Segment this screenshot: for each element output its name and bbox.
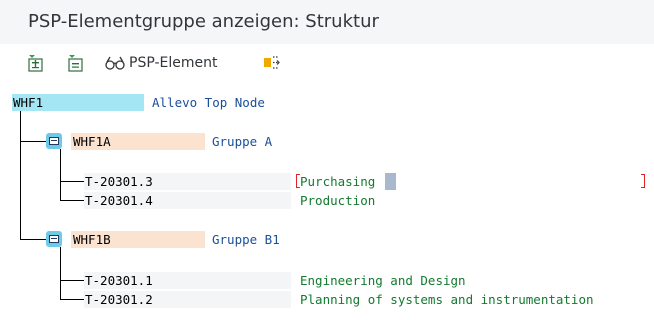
tree-connector: [60, 280, 84, 281]
leaf-description: Purchasing: [300, 174, 376, 189]
root-code[interactable]: WHF1: [13, 95, 43, 111]
tree-connector: [60, 149, 61, 201]
tree-connector: [60, 200, 84, 201]
title-bar: PSP-Elementgruppe anzeigen: Struktur: [0, 0, 654, 44]
leaf-description: Planning of systems and instrumentation: [300, 292, 594, 307]
hierarchy-icon: [264, 56, 280, 69]
psp-element-label: PSP-Element: [129, 55, 218, 71]
leaf-code[interactable]: T-20301.3: [85, 174, 153, 190]
tree-connector: [20, 239, 46, 240]
collapse-all-icon: [68, 55, 83, 72]
group-description: Gruppe B1: [212, 232, 280, 247]
group-code[interactable]: WHF1A: [73, 134, 111, 150]
tree-connector: [60, 181, 84, 182]
leaf-description: Production: [300, 193, 376, 208]
group-code[interactable]: WHF1B: [73, 232, 111, 248]
expand-all-button[interactable]: [26, 52, 46, 74]
psp-element-button[interactable]: PSP-Element: [103, 52, 217, 74]
hierarchy-button[interactable]: [262, 52, 282, 74]
focus-bracket-right: [641, 174, 645, 188]
collapse-folder-icon[interactable]: [46, 231, 62, 247]
tree-connector: [20, 111, 21, 240]
text-cursor: [385, 173, 396, 190]
leaf-description: Engineering and Design: [300, 273, 466, 288]
expand-all-icon: [28, 55, 43, 72]
leaf-code[interactable]: T-20301.2: [85, 292, 153, 308]
leaf-code[interactable]: T-20301.4: [85, 193, 153, 209]
root-description: Allevo Top Node: [152, 95, 265, 110]
tree-connector: [60, 299, 84, 300]
leaf-code[interactable]: T-20301.1: [85, 273, 153, 289]
collapse-folder-icon[interactable]: [46, 133, 62, 149]
tree-connector: [60, 247, 61, 300]
collapse-all-button[interactable]: [66, 52, 86, 74]
page-title: PSP-Elementgruppe anzeigen: Struktur: [28, 11, 379, 32]
toolbar: PSP-Element: [0, 44, 654, 82]
group-description: Gruppe A: [212, 134, 273, 149]
tree-connector: [20, 141, 46, 142]
glasses-icon: [105, 56, 125, 70]
